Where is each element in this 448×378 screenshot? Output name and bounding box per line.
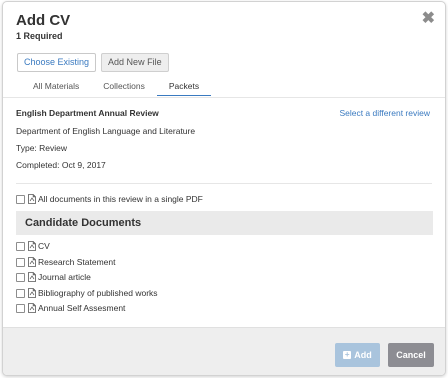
single-pdf-option: All documents in this review in a single… [16, 194, 203, 204]
plus-icon: + [343, 350, 352, 359]
select-different-review-link[interactable]: Select a different review [339, 108, 430, 118]
document-label: Bibliography of published works [38, 288, 158, 298]
document-checkbox[interactable] [16, 257, 25, 267]
candidate-documents-title: Candidate Documents [25, 217, 142, 229]
tab-all-materials[interactable]: All Materials [21, 81, 91, 96]
add-button[interactable]: + Add [335, 343, 380, 367]
review-type: Type: Review [16, 143, 68, 153]
document-checkbox[interactable] [16, 303, 25, 313]
cancel-button[interactable]: Cancel [388, 343, 434, 367]
pdf-file-icon [28, 288, 36, 298]
material-tabs: All Materials Collections Packets [21, 81, 212, 96]
document-checkbox[interactable] [16, 272, 25, 282]
document-checkbox[interactable] [16, 241, 25, 251]
modal-footer: + Add Cancel [3, 327, 445, 375]
pdf-file-icon [28, 272, 36, 282]
list-item: CV [16, 241, 50, 251]
section-divider [16, 183, 432, 184]
single-pdf-checkbox[interactable] [16, 194, 25, 204]
single-pdf-label: All documents in this review in a single… [38, 194, 203, 204]
required-count: 1 Required [16, 31, 63, 41]
tab-add-new-file[interactable]: Add New File [101, 53, 169, 72]
review-title: English Department Annual Review [16, 108, 159, 118]
add-button-label: Add [354, 350, 372, 360]
add-cv-modal: Add CV 1 Required ✖ Choose Existing Add … [2, 1, 446, 376]
list-item: Research Statement [16, 257, 115, 267]
pdf-file-icon [28, 303, 36, 313]
document-checkbox[interactable] [16, 288, 25, 298]
tab-collections[interactable]: Collections [91, 81, 157, 96]
pdf-file-icon [28, 257, 36, 267]
list-item: Journal article [16, 272, 91, 282]
candidate-documents-header: Candidate Documents [16, 211, 433, 235]
source-tabs: Choose Existing Add New File [17, 53, 174, 72]
list-item: Bibliography of published works [16, 288, 158, 298]
document-label: CV [38, 241, 50, 251]
document-label: Research Statement [38, 257, 116, 267]
close-icon[interactable]: ✖ [422, 8, 435, 28]
document-label: Journal article [38, 272, 91, 282]
pdf-file-icon [28, 194, 36, 204]
tab-choose-existing[interactable]: Choose Existing [17, 53, 97, 72]
tab-packets[interactable]: Packets [156, 81, 212, 96]
modal-title: Add CV [16, 12, 71, 29]
review-completed: Completed: Oct 9, 2017 [16, 160, 106, 170]
tabs-divider [3, 97, 445, 98]
review-department: Department of English Language and Liter… [16, 126, 196, 136]
pdf-file-icon [28, 241, 36, 251]
list-item: Annual Self Assesment [16, 303, 125, 313]
document-label: Annual Self Assesment [38, 303, 126, 313]
